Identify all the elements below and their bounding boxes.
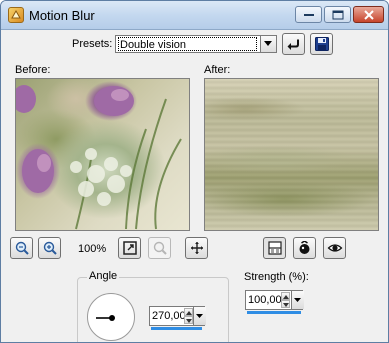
preview-toggle-button[interactable] (323, 237, 346, 259)
presets-value: Double vision (118, 37, 257, 51)
arrow-up-icon (186, 311, 192, 315)
motion-blur-dialog: Motion Blur Presets: Double vision Befor… (0, 0, 389, 343)
presets-dropdown-arrow[interactable] (260, 36, 276, 52)
window-title: Motion Blur (29, 8, 95, 23)
randomize-button[interactable] (293, 237, 316, 259)
minimize-button[interactable] (295, 6, 322, 23)
chevron-down-icon (294, 298, 301, 302)
actual-size-button[interactable] (148, 237, 171, 259)
navigate-button[interactable] (185, 237, 208, 259)
arrow-down-icon (283, 303, 289, 307)
angle-spinner[interactable] (184, 308, 193, 324)
strength-input[interactable]: 100,00 (245, 290, 304, 310)
angle-spin-up[interactable] (184, 308, 193, 316)
randomize-icon (299, 241, 309, 254)
arrow-down-icon (186, 319, 192, 323)
zoom-out-button[interactable] (38, 237, 61, 259)
angle-dropdown-arrow[interactable] (193, 307, 206, 325)
angle-slider[interactable] (151, 327, 202, 330)
angle-value: 270,00 (152, 310, 186, 322)
zoom-in-button[interactable] (10, 237, 33, 259)
before-preview-image[interactable] (15, 78, 190, 231)
flower-photo (16, 85, 182, 230)
zoom-actual-icon (153, 241, 167, 255)
before-label: Before: (15, 64, 51, 76)
close-button[interactable] (353, 6, 384, 23)
angle-dial-needle (96, 315, 115, 321)
strength-spin-up[interactable] (281, 292, 290, 300)
minimize-icon (303, 13, 314, 16)
zoom-level: 100% (78, 243, 107, 255)
presets-label: Presets: (72, 38, 113, 50)
presets-dropdown[interactable]: Double vision (115, 35, 277, 53)
zoom-fit-icon (122, 241, 137, 255)
strength-spin-down[interactable] (281, 300, 290, 308)
after-preview-image[interactable] (204, 78, 379, 231)
strength-dropdown-arrow[interactable] (291, 291, 304, 309)
move-icon (190, 242, 203, 254)
reset-preset-button[interactable] (282, 33, 305, 55)
proof-toggle-button[interactable] (263, 237, 286, 259)
after-label: After: (204, 64, 231, 76)
zoom-to-fit-button[interactable] (118, 237, 141, 259)
angle-label: Angle (87, 270, 120, 282)
strength-slider[interactable] (247, 311, 301, 314)
angle-input[interactable]: 270,00 (149, 306, 206, 326)
proof-toggle-icon (267, 241, 282, 255)
strength-label: Strength (%): (244, 271, 309, 283)
save-icon (314, 37, 329, 51)
angle-dial[interactable] (87, 293, 135, 341)
maximize-icon (332, 10, 343, 19)
chevron-down-icon (264, 41, 272, 46)
strength-spinner[interactable] (281, 292, 290, 308)
strength-value: 100,00 (248, 294, 282, 306)
chevron-down-icon (196, 314, 203, 318)
save-preset-button[interactable] (310, 33, 333, 55)
close-icon (363, 9, 374, 20)
app-icon (8, 7, 24, 23)
eye-icon (327, 244, 342, 252)
arrow-up-icon (283, 295, 289, 299)
zoom-out-icon (43, 241, 57, 255)
title-bar[interactable]: Motion Blur (1, 1, 388, 30)
maximize-button[interactable] (324, 6, 351, 23)
angle-spin-down[interactable] (184, 316, 193, 324)
zoom-in-icon (15, 241, 29, 255)
reset-icon (287, 39, 299, 50)
